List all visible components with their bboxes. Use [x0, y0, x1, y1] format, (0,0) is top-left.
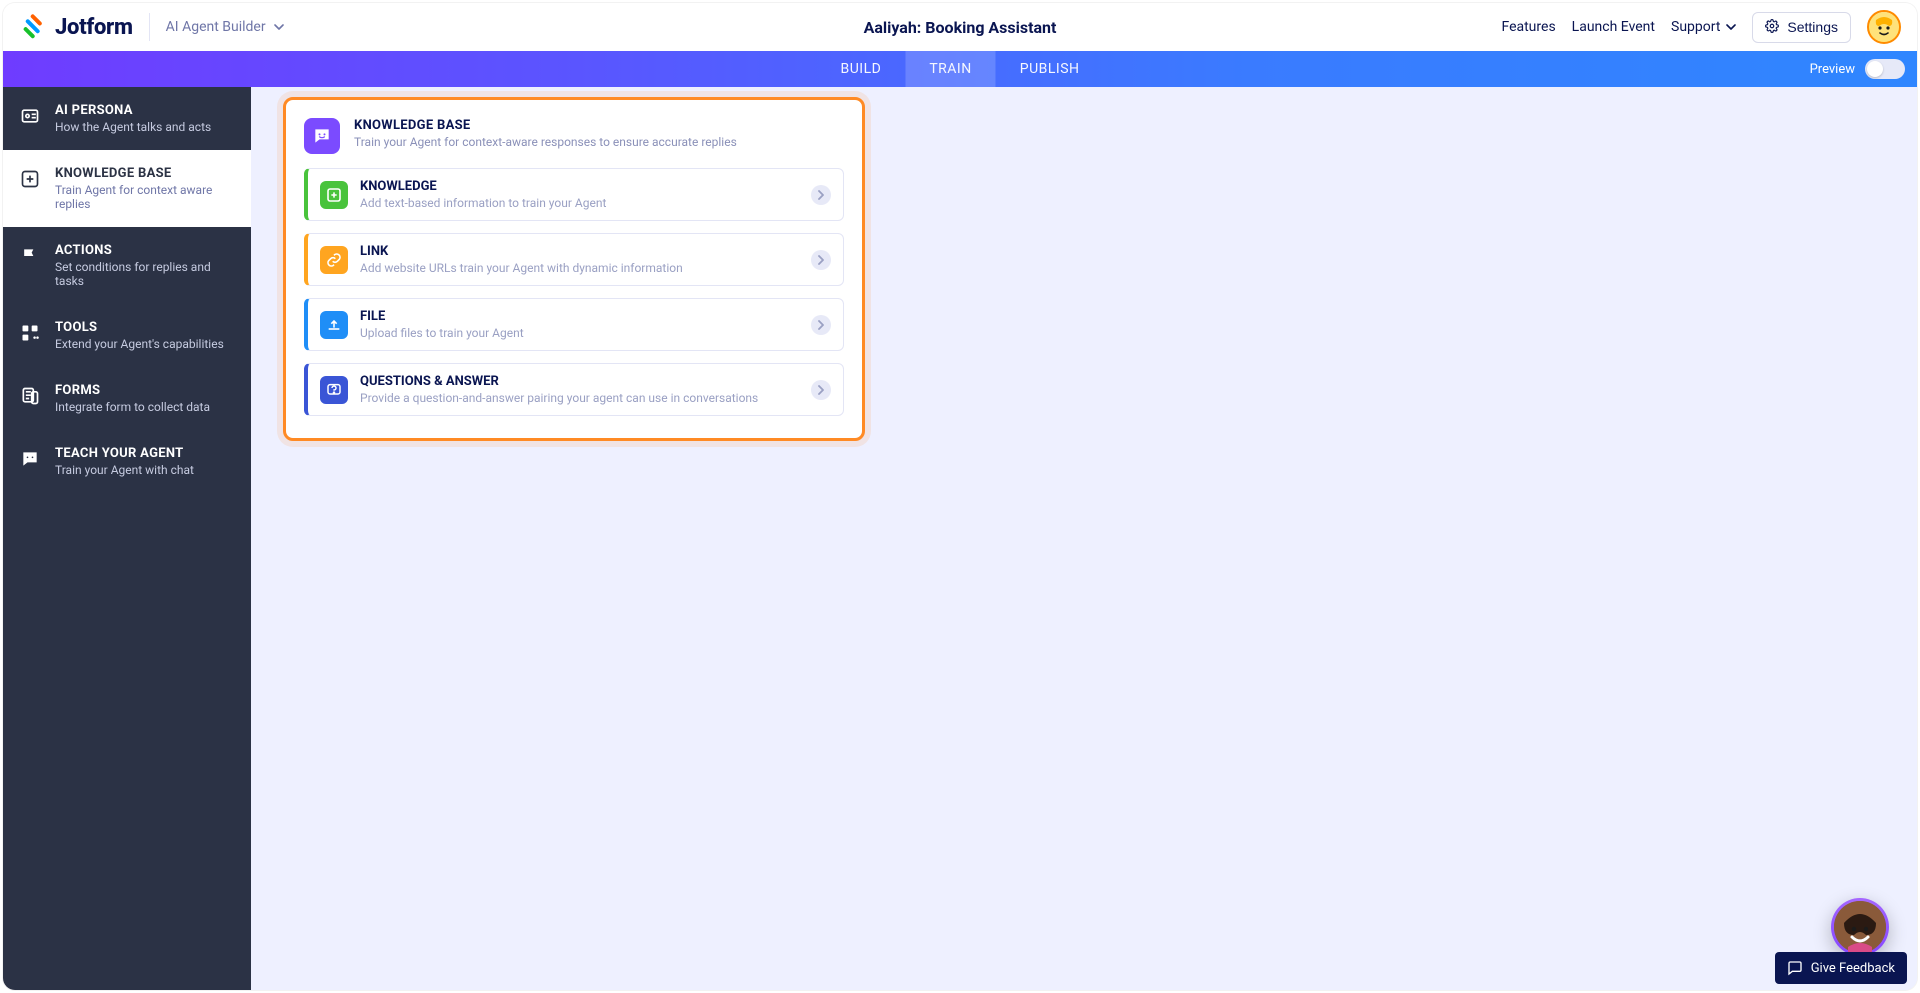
logo-text: Jotform [55, 15, 133, 40]
avatar-face-icon [1869, 12, 1899, 42]
brand-switcher[interactable]: AI Agent Builder [166, 19, 284, 35]
jotform-logo-icon [19, 14, 45, 40]
sidebar-item-desc: Set conditions for replies and tasks [55, 260, 235, 288]
kb-card-link[interactable]: LINK Add website URLs train your Agent w… [304, 233, 844, 286]
tabs-center: BUILD TRAIN PUBLISH [816, 51, 1103, 87]
plus-square-icon [19, 168, 41, 190]
brand-sub-label: AI Agent Builder [166, 19, 266, 35]
flag-icon [19, 245, 41, 267]
kb-card-knowledge[interactable]: KNOWLEDGE Add text-based information to … [304, 168, 844, 221]
sidebar-item-title: TEACH YOUR AGENT [55, 446, 194, 461]
kb-card-title: LINK [360, 244, 683, 259]
sidebar-item-desc: Train your Agent with chat [55, 463, 194, 477]
preview-toggle[interactable] [1865, 59, 1905, 79]
sidebar-item-ai-persona[interactable]: AI PERSONA How the Agent talks and acts [3, 87, 251, 150]
body: AI PERSONA How the Agent talks and acts … [3, 87, 1917, 990]
toggle-knob [1867, 61, 1883, 77]
give-feedback-button[interactable]: Give Feedback [1775, 952, 1907, 984]
tab-build[interactable]: BUILD [816, 51, 905, 87]
qa-icon [320, 376, 348, 404]
topbar: Jotform AI Agent Builder Aaliyah: Bookin… [3, 3, 1917, 51]
tabs-bar: BUILD TRAIN PUBLISH Preview [3, 51, 1917, 87]
sidebar-item-title: TOOLS [55, 320, 224, 335]
tabs-right: Preview [1810, 51, 1917, 87]
topbar-right: Features Launch Event Support Settings [1501, 10, 1901, 44]
kb-desc: Train your Agent for context-aware respo… [354, 135, 737, 149]
chat-icon [1787, 960, 1803, 976]
chevron-down-icon [274, 22, 284, 32]
kb-title: KNOWLEDGE BASE [354, 118, 737, 133]
kb-card-title: FILE [360, 309, 524, 324]
sidebar-item-tools[interactable]: TOOLS Extend your Agent's capabilities [3, 304, 251, 367]
sidebar-item-teach-agent[interactable]: TEACH YOUR AGENT Train your Agent with c… [3, 430, 251, 493]
tab-publish[interactable]: PUBLISH [996, 51, 1104, 87]
preview-label: Preview [1810, 62, 1855, 77]
sidebar-item-title: FORMS [55, 383, 210, 398]
kb-card-title: QUESTIONS & ANSWER [360, 374, 758, 389]
kb-card-title: KNOWLEDGE [360, 179, 606, 194]
chevron-right-icon [811, 185, 831, 205]
agent-face-icon [1834, 901, 1886, 953]
nav-launch-event[interactable]: Launch Event [1572, 19, 1655, 35]
sidebar-item-knowledge-base[interactable]: KNOWLEDGE BASE Train Agent for context a… [3, 150, 251, 227]
knowledge-base-panel: KNOWLEDGE BASE Train your Agent for cont… [283, 97, 865, 441]
app-frame: Jotform AI Agent Builder Aaliyah: Bookin… [3, 3, 1917, 990]
link-icon [320, 246, 348, 274]
plus-square-icon [320, 181, 348, 209]
chevron-right-icon [811, 380, 831, 400]
kb-card-desc: Add website URLs train your Agent with d… [360, 261, 683, 275]
sidebar-item-actions[interactable]: ACTIONS Set conditions for replies and t… [3, 227, 251, 304]
sidebar-item-desc: Integrate form to collect data [55, 400, 210, 414]
feedback-label: Give Feedback [1811, 961, 1895, 976]
sidebar-item-desc: Train Agent for context aware replies [55, 183, 235, 211]
page-title: Aaliyah: Booking Assistant [864, 18, 1057, 37]
nav-support-label: Support [1671, 19, 1720, 35]
kb-card-file[interactable]: FILE Upload files to train your Agent [304, 298, 844, 351]
forms-icon [19, 385, 41, 407]
sidebar: AI PERSONA How the Agent talks and acts … [3, 87, 251, 990]
nav-features[interactable]: Features [1501, 19, 1555, 35]
gear-icon [1765, 19, 1779, 36]
agent-avatar-floating[interactable] [1831, 898, 1889, 956]
content: KNOWLEDGE BASE Train your Agent for cont… [251, 87, 1917, 990]
sidebar-item-title: AI PERSONA [55, 103, 211, 118]
user-avatar[interactable] [1867, 10, 1901, 44]
kb-card-desc: Upload files to train your Agent [360, 326, 524, 340]
sidebar-item-title: KNOWLEDGE BASE [55, 166, 235, 181]
sidebar-item-desc: Extend your Agent's capabilities [55, 337, 224, 351]
apps-icon [19, 322, 41, 344]
upload-icon [320, 311, 348, 339]
chevron-down-icon [1726, 22, 1736, 32]
settings-button[interactable]: Settings [1752, 12, 1851, 43]
persona-card-icon [19, 105, 41, 127]
chevron-right-icon [811, 250, 831, 270]
settings-label: Settings [1787, 19, 1838, 35]
chat-bubble-icon [304, 118, 340, 154]
chat-icon [19, 448, 41, 470]
sidebar-item-desc: How the Agent talks and acts [55, 120, 211, 134]
divider [149, 13, 150, 41]
tab-train[interactable]: TRAIN [905, 51, 995, 87]
kb-card-desc: Add text-based information to train your… [360, 196, 606, 210]
kb-card-qa[interactable]: QUESTIONS & ANSWER Provide a question-an… [304, 363, 844, 416]
kb-header: KNOWLEDGE BASE Train your Agent for cont… [304, 118, 844, 154]
sidebar-item-title: ACTIONS [55, 243, 235, 258]
logo[interactable]: Jotform [19, 14, 133, 40]
nav-support[interactable]: Support [1671, 19, 1736, 35]
sidebar-item-forms[interactable]: FORMS Integrate form to collect data [3, 367, 251, 430]
chevron-right-icon [811, 315, 831, 335]
kb-card-desc: Provide a question-and-answer pairing yo… [360, 391, 758, 405]
